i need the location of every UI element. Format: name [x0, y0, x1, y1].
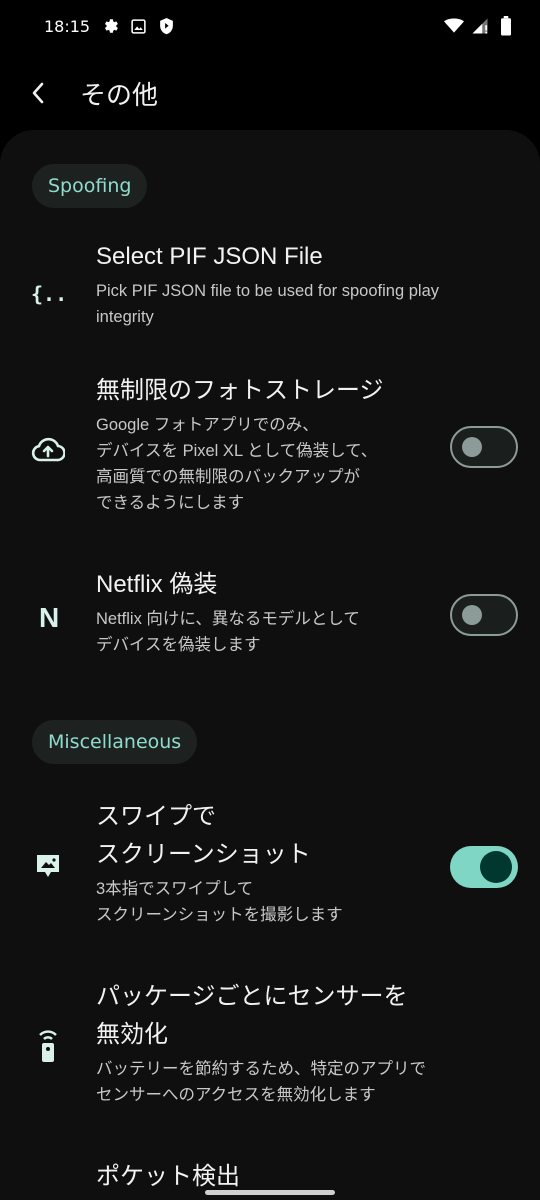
pref-title: 無制限のフォトストレージ [96, 377, 384, 404]
wifi-icon [444, 16, 464, 36]
status-bar: 18:15 [0, 0, 540, 52]
toggle-switch[interactable] [450, 594, 518, 636]
battery-icon [496, 16, 516, 36]
section-header-miscellaneous: Miscellaneous [32, 720, 198, 764]
toggle-switch[interactable] [450, 426, 518, 468]
home-indicator[interactable] [205, 1190, 335, 1195]
pref-netflix-spoof[interactable]: N Netflix 偽装 Netflix 向けに、異なるモデルとして デバイスを… [0, 566, 540, 664]
pref-title: Select PIF JSON File [96, 243, 323, 270]
pref-summary: Pick PIF JSON file to be used for spoofi… [96, 282, 439, 326]
shield-icon [156, 16, 176, 36]
svg-text:{..}: {..} [31, 282, 65, 306]
screenshot-icon [30, 848, 66, 884]
status-left-icons [100, 16, 176, 36]
pref-unlimited-photos[interactable]: 無制限のフォトストレージ Google フォトアプリでのみ、 デバイスを Pix… [0, 372, 540, 522]
switch-thumb [462, 605, 482, 625]
cloud-upload-icon [30, 432, 66, 468]
page-title: その他 [80, 80, 159, 111]
netflix-icon: N [30, 598, 66, 634]
switch-thumb [480, 851, 512, 883]
pref-disable-sensors[interactable]: パッケージごとにセンサーを 無効化 バッテリーを節約するため、特定のアプリで セ… [0, 978, 540, 1118]
pref-swipe-screenshot[interactable]: スワイプで スクリーンショット 3本指でスワイプして スクリーンショットを撮影し… [0, 798, 540, 938]
image-icon [128, 16, 148, 36]
section-header-spoofing: Spoofing [32, 164, 148, 208]
signal-icon [470, 16, 490, 36]
svg-text:N: N [39, 602, 58, 631]
app-bar: その他 [0, 60, 540, 126]
switch-thumb [462, 437, 482, 457]
sensor-remote-icon [30, 1028, 66, 1064]
json-braces-icon: {..} [30, 276, 66, 312]
back-button[interactable] [10, 65, 66, 121]
pref-select-pif-json[interactable]: {..} Select PIF JSON File Pick PIF JSON … [0, 238, 540, 334]
pref-title-partial[interactable]: ポケット検出 [96, 1156, 240, 1191]
settings-gear-icon [100, 16, 120, 36]
pref-title: パッケージごとにセンサーを 無効化 [96, 983, 408, 1048]
pref-summary: バッテリーを節約するため、特定のアプリで センサーへのアクセスを無効化します [96, 1060, 426, 1104]
toggle-switch[interactable] [450, 846, 518, 888]
status-right-icons [444, 16, 516, 36]
status-time: 18:15 [44, 16, 91, 36]
settings-sheet: Spoofing {..} Select PIF JSON File Pick … [0, 130, 540, 1200]
chevron-left-icon [32, 82, 44, 104]
